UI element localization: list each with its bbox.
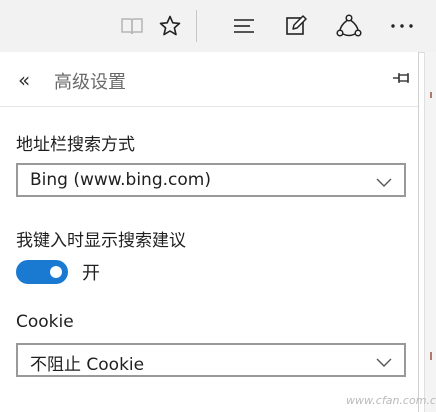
chevron-down-icon: [376, 173, 392, 192]
toggle-knob: [50, 266, 62, 278]
search-suggestions-label: 我键入时显示搜索建议: [16, 231, 186, 251]
more-icon[interactable]: [386, 10, 418, 42]
share-icon[interactable]: [333, 10, 365, 42]
watermark: www.cfan.com.cn: [346, 394, 436, 407]
search-engine-label: 地址栏搜索方式: [16, 135, 135, 155]
panel-header: « 高级设置: [0, 52, 418, 107]
favorite-star-icon[interactable]: [154, 10, 186, 42]
search-engine-select[interactable]: Bing (www.bing.com): [16, 163, 406, 197]
reading-view-icon[interactable]: [116, 10, 148, 42]
cookie-label: Cookie: [16, 312, 74, 332]
toolbar-separator: [196, 10, 197, 42]
panel-title: 高级设置: [54, 72, 126, 93]
back-icon[interactable]: «: [18, 68, 30, 92]
browser-toolbar: [0, 0, 436, 53]
toggle-state-label: 开: [82, 263, 100, 284]
pin-icon[interactable]: [392, 70, 412, 90]
search-suggestions-toggle[interactable]: [16, 260, 68, 284]
panel-divider: [418, 52, 419, 412]
hub-icon[interactable]: [228, 10, 260, 42]
advanced-settings-panel: « 高级设置 地址栏搜索方式 Bing (www.bing.com) 我键入时显…: [0, 52, 418, 412]
web-note-icon[interactable]: [280, 10, 312, 42]
search-engine-value: Bing (www.bing.com): [30, 170, 211, 190]
cookie-select[interactable]: 不阻止 Cookie: [16, 343, 406, 377]
cookie-value: 不阻止 Cookie: [30, 355, 145, 375]
page-edge-mark: [430, 92, 432, 98]
page-edge: [424, 52, 436, 412]
chevron-down-icon: [376, 353, 392, 372]
page-edge-mark: [430, 352, 432, 360]
